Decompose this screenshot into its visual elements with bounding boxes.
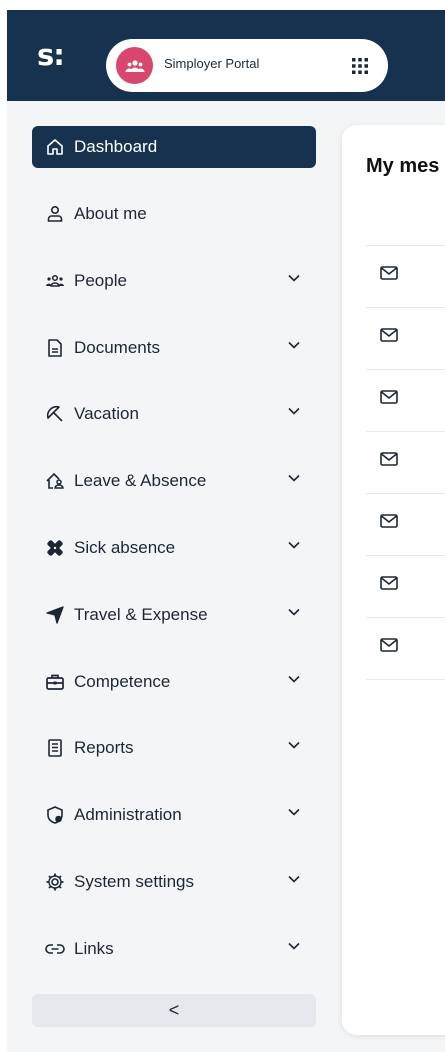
sidebar-item-label: Dashboard	[74, 137, 158, 156]
chevron-down-icon[interactable]	[288, 407, 300, 415]
sidebar-item-travel-expense[interactable]: Travel & Expense	[32, 594, 316, 636]
message-row[interactable]	[366, 307, 445, 369]
link-icon	[45, 944, 65, 954]
sidebar-item-documents[interactable]: Documents	[32, 327, 316, 369]
admin-shield-icon	[47, 806, 63, 824]
sidebar-item-system-settings[interactable]: System settings	[32, 861, 316, 903]
chevron-down-icon[interactable]	[288, 341, 300, 349]
message-row[interactable]	[366, 369, 445, 431]
sidebar-item-label: Links	[74, 939, 114, 958]
bandage-icon	[47, 540, 63, 556]
sidebar-item-links[interactable]: Links	[32, 928, 316, 970]
chevron-down-icon[interactable]	[288, 741, 300, 749]
document-icon	[48, 339, 62, 357]
portal-switcher[interactable]: Simployer Portal	[106, 39, 388, 92]
sidebar-item-sick-absence[interactable]: Sick absence	[32, 527, 316, 569]
mail-icon	[380, 452, 398, 466]
mail-icon	[380, 328, 398, 342]
airplane-icon	[46, 606, 64, 624]
mail-icon	[380, 638, 398, 652]
mail-icon	[380, 576, 398, 590]
portal-name: Simployer Portal	[164, 56, 260, 71]
collapse-sidebar-button[interactable]: <	[32, 994, 316, 1027]
report-icon	[48, 739, 62, 757]
sidebar-item-label: Vacation	[74, 404, 139, 423]
sidebar-item-vacation[interactable]: Vacation	[32, 393, 316, 435]
people-icon	[46, 274, 64, 287]
leave-home-icon	[46, 472, 64, 489]
chevron-left-icon: <	[168, 1000, 180, 1020]
gear-icon	[46, 873, 64, 891]
mail-icon	[380, 390, 398, 404]
messages-card: My mes	[342, 125, 445, 1035]
home-icon	[47, 139, 63, 155]
top-bar: s: Simployer Portal	[7, 10, 445, 101]
sidebar-item-about-me[interactable]: About me	[32, 193, 316, 235]
chevron-down-icon[interactable]	[288, 808, 300, 816]
chevron-down-icon[interactable]	[288, 942, 300, 950]
sidebar-item-label: Documents	[74, 338, 160, 357]
chevron-down-icon[interactable]	[288, 274, 300, 282]
sidebar-item-label: People	[74, 271, 127, 290]
sidebar-item-administration[interactable]: Administration	[32, 794, 316, 836]
user-icon	[47, 205, 63, 222]
sidebar-item-label: Travel & Expense	[74, 605, 208, 624]
messages-title: My mes	[366, 155, 440, 177]
sidebar-item-label: Sick absence	[74, 538, 176, 557]
sidebar-item-reports[interactable]: Reports	[32, 727, 316, 769]
chevron-down-icon[interactable]	[288, 608, 300, 616]
sidebar-item-label: Administration	[74, 805, 182, 824]
message-row[interactable]	[366, 245, 445, 307]
sidebar-item-label: Reports	[74, 738, 134, 757]
chevron-down-icon[interactable]	[288, 875, 300, 883]
list-divider	[366, 679, 445, 680]
portal-avatar	[116, 47, 153, 84]
app-grid-icon[interactable]	[351, 57, 369, 75]
sidebar: Dashboard About me People Documents Vaca…	[7, 101, 342, 1052]
message-row[interactable]	[366, 617, 445, 679]
mail-icon	[380, 266, 398, 280]
chevron-down-icon[interactable]	[288, 474, 300, 482]
chevron-down-icon[interactable]	[288, 675, 300, 683]
sidebar-item-dashboard[interactable]: Dashboard	[32, 126, 316, 168]
sidebar-item-competence[interactable]: Competence	[32, 661, 316, 703]
sidebar-item-label: Leave & Absence	[74, 471, 207, 490]
sidebar-item-leave-absence[interactable]: Leave & Absence	[32, 460, 316, 502]
mail-icon	[380, 514, 398, 528]
message-row[interactable]	[366, 555, 445, 617]
sidebar-item-people[interactable]: People	[32, 260, 316, 302]
group-icon	[125, 59, 144, 72]
chevron-down-icon[interactable]	[288, 541, 300, 549]
message-row[interactable]	[366, 493, 445, 555]
sidebar-item-label: About me	[74, 204, 147, 223]
sidebar-item-label: System settings	[74, 872, 194, 891]
sidebar-item-label: Competence	[74, 672, 171, 691]
simployer-logo[interactable]: s:	[37, 38, 65, 72]
beach-umbrella-icon	[46, 405, 63, 422]
message-row[interactable]	[366, 431, 445, 493]
briefcase-icon	[46, 674, 64, 690]
